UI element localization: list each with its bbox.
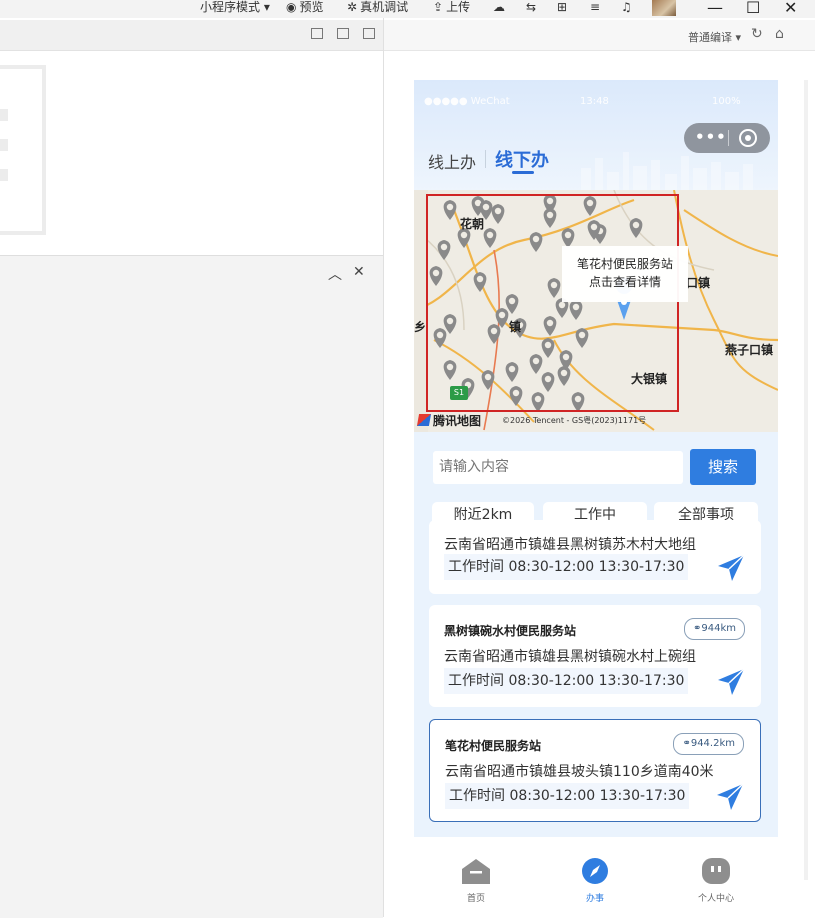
- avatar[interactable]: [652, 0, 676, 16]
- preview-button[interactable]: ◉ 预览: [286, 0, 324, 16]
- placeholder-graphic: [0, 65, 46, 235]
- tab-offline[interactable]: 线下办: [495, 146, 549, 172]
- user-face-icon: [702, 858, 730, 884]
- upload-button[interactable]: ⇪ 上传: [433, 0, 470, 16]
- pane-divider[interactable]: [383, 18, 384, 917]
- home-icon: [462, 859, 490, 884]
- capsule-divider: [728, 130, 729, 146]
- map-place-label: 燕子口镇: [725, 343, 774, 357]
- navigate-icon[interactable]: [715, 666, 747, 698]
- close-pane-icon[interactable]: ✕: [353, 264, 365, 280]
- distance-badge: ⚭944.2km: [673, 733, 744, 755]
- station-card[interactable]: 黑树镇碗水村便民服务站 ⚭944km 云南省昭通市镇雄县黑树镇碗水村上碗组 工作…: [429, 605, 761, 707]
- battery-text: 100%: [712, 96, 741, 107]
- detail-icon[interactable]: ⊞: [557, 0, 567, 16]
- map-logo-text: 腾讯地图: [433, 414, 482, 428]
- minimize-icon[interactable]: —: [707, 0, 723, 17]
- page-header: ●●●●● WeChat 13:48 100% ••• 线上办 线下办: [414, 80, 778, 192]
- tab-work-label: 办事: [585, 894, 604, 904]
- simulator-header: 普通编译 ▾ ↻ ⌂: [384, 20, 815, 51]
- compile-label: 普通编译: [688, 31, 732, 44]
- top-toolbar: 小程序模式 ▾ ◉ 预览 ✲ 真机调试 ⇪ 上传 ☁ ⇆ ⊞ ≡ ♫ — ☐ ✕: [0, 0, 815, 18]
- upload-icon: ⇪: [433, 0, 444, 14]
- placeholder-line: [0, 139, 8, 151]
- map-copyright: ©2026 Tencent - GS粤(2023)1171号: [502, 416, 647, 425]
- menu-icon[interactable]: ≡: [590, 0, 600, 16]
- tab-divider: [485, 150, 486, 168]
- layout-bottom-icon[interactable]: [337, 28, 349, 39]
- collapse-up-icon[interactable]: ︿: [328, 264, 342, 284]
- close-icon[interactable]: ✕: [784, 0, 797, 17]
- carrier-text: ●●●●● WeChat: [424, 96, 510, 107]
- link-icon: ⚭: [682, 738, 691, 749]
- navigate-icon[interactable]: [715, 552, 747, 584]
- editor-pane-header: [0, 20, 383, 51]
- more-icon[interactable]: •••: [695, 128, 727, 146]
- phone-simulator: ●●●●● WeChat 13:48 100% ••• 线上办 线下办 花朝 镇…: [414, 80, 778, 917]
- mode-dropdown[interactable]: 小程序模式 ▾: [200, 0, 270, 16]
- compass-icon: [582, 858, 608, 884]
- station-hours: 工作时间 08:30-12:00 13:30-17:30: [444, 554, 689, 580]
- search-button[interactable]: 搜索: [690, 449, 756, 485]
- distance-text: 944.2km: [690, 738, 735, 749]
- map-highlight-box: [426, 194, 679, 412]
- station-hours: 工作时间 08:30-12:00 13:30-17:30: [444, 668, 689, 694]
- tencent-map-icon: [416, 414, 432, 426]
- bell-icon[interactable]: ♫: [621, 0, 632, 16]
- maximize-icon[interactable]: ☐: [746, 0, 760, 17]
- station-address: 云南省昭通市镇雄县黑树镇苏木村大地组: [444, 537, 696, 553]
- station-card-selected[interactable]: 笔花村便民服务站 ⚭944.2km 云南省昭通市镇雄县坡头镇110乡道南40米 …: [429, 719, 761, 822]
- map-view[interactable]: 花朝 镇 口镇 燕子口镇 大银镇 乡 S1 笔花村便民服务站 点击查看详情 腾讯…: [414, 190, 778, 432]
- version-icon[interactable]: ⇆: [526, 0, 536, 16]
- callout-title: 笔花村便民服务站: [576, 257, 673, 271]
- home-settings-icon[interactable]: ⌂: [775, 26, 784, 42]
- tab-me[interactable]: 个人中心: [686, 857, 746, 904]
- navigate-icon[interactable]: [714, 781, 746, 813]
- tab-bar: 首页 办事 个人中心: [414, 837, 778, 917]
- station-address: 云南省昭通市镇雄县坡头镇110乡道南40米: [445, 764, 714, 780]
- remote-debug-button[interactable]: ✲ 真机调试: [347, 0, 408, 16]
- refresh-icon[interactable]: ↻: [751, 26, 763, 42]
- skyline-decoration: [581, 152, 753, 192]
- tab-me-label: 个人中心: [697, 894, 734, 904]
- tab-home[interactable]: 首页: [446, 857, 506, 904]
- search-input[interactable]: [433, 451, 683, 484]
- station-name: 黑树镇碗水村便民服务站: [444, 624, 577, 638]
- layout-right-icon[interactable]: [363, 28, 375, 39]
- bug-icon: ✲: [347, 0, 358, 14]
- compile-dropdown[interactable]: 普通编译 ▾: [688, 29, 741, 45]
- active-tab-indicator: [512, 171, 534, 174]
- station-address: 云南省昭通市镇雄县黑树镇碗水村上碗组: [444, 649, 696, 665]
- simulator-scrollbar[interactable]: [804, 80, 808, 880]
- placeholder-line: [0, 169, 8, 181]
- cloud-icon[interactable]: ☁: [493, 0, 505, 16]
- debug-pane: ︿ ✕: [0, 255, 383, 918]
- placeholder-line: [0, 109, 8, 121]
- eye-icon: ◉: [286, 0, 297, 14]
- map-place-label: 乡: [414, 320, 427, 334]
- callout-hint: 点击查看详情: [588, 275, 661, 289]
- preview-label: 预览: [299, 0, 324, 14]
- status-time: 13:48: [580, 96, 609, 107]
- close-miniprogram-icon[interactable]: [739, 129, 757, 147]
- editor-pane: [0, 51, 383, 254]
- upload-label: 上传: [446, 0, 471, 14]
- tab-work[interactable]: 办事: [565, 857, 625, 904]
- tab-home-label: 首页: [466, 894, 485, 904]
- tab-online[interactable]: 线上办: [428, 149, 476, 173]
- map-place-label: 口镇: [686, 276, 711, 290]
- map-logo: 腾讯地图: [416, 412, 482, 429]
- distance-badge: ⚭944km: [683, 618, 745, 640]
- station-name: 笔花村便民服务站: [445, 739, 542, 753]
- layout-left-icon[interactable]: [311, 28, 323, 39]
- distance-text: 944km: [701, 623, 736, 634]
- station-hours: 工作时间 08:30-12:00 13:30-17:30: [445, 783, 690, 809]
- map-callout[interactable]: 笔花村便民服务站 点击查看详情: [562, 246, 688, 302]
- mode-label: 小程序模式: [200, 0, 261, 14]
- station-card[interactable]: 云南省昭通市镇雄县黑树镇苏木村大地组 工作时间 08:30-12:00 13:3…: [429, 520, 761, 594]
- remote-debug-label: 真机调试: [360, 0, 409, 14]
